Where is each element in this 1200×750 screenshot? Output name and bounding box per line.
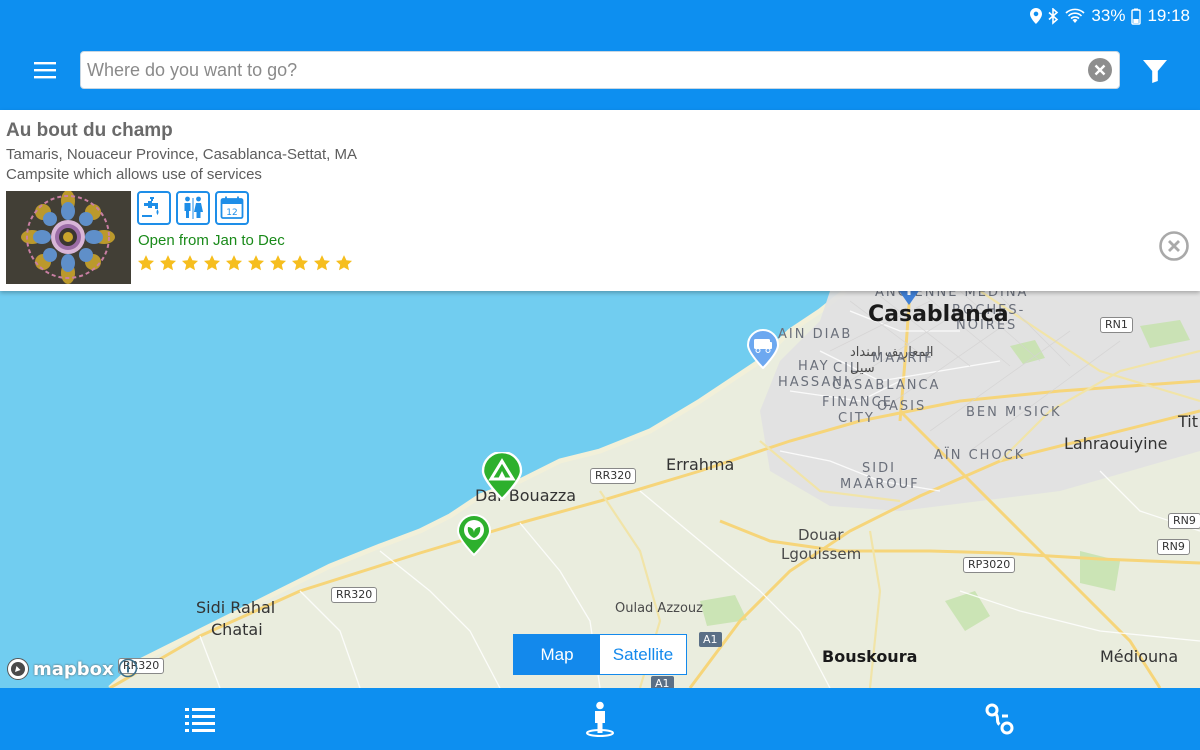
star-icon — [269, 255, 287, 271]
attribution-info-button[interactable] — [118, 658, 138, 678]
star-icon — [159, 255, 177, 271]
map-label-maarif: MAARIF — [872, 351, 934, 366]
battery-percent: 33% — [1091, 6, 1126, 25]
place-name: Au bout du champ — [6, 120, 173, 141]
map-label-oasis: OASIS — [877, 399, 927, 414]
map-marker-farm[interactable] — [456, 514, 492, 561]
road-shield-rn9: RN9 — [1157, 539, 1190, 555]
hamburger-icon — [34, 62, 56, 79]
star-icon — [203, 255, 221, 271]
mapbox-logo-icon — [7, 658, 29, 680]
mapbox-wordmark: mapbox — [33, 658, 114, 680]
leaf-pin-icon — [456, 514, 492, 557]
place-photo[interactable] — [6, 191, 131, 284]
road-shield-rn1: RN1 — [1100, 317, 1133, 333]
road-shield-a1: A1 — [651, 676, 674, 688]
my-location-button[interactable] — [580, 700, 620, 738]
star-icon — [137, 255, 155, 271]
clock: 19:18 — [1147, 6, 1190, 25]
map-label-city: CITY — [838, 411, 875, 426]
calendar-number: 12 — [226, 208, 237, 218]
map-marker-campsite-selected[interactable] — [481, 450, 523, 505]
route-icon — [985, 703, 1014, 735]
map-label-lgouissem: Lgouissem — [781, 545, 862, 563]
map-marker-campervan[interactable] — [746, 329, 780, 374]
clear-search-button[interactable] — [1088, 58, 1112, 82]
map-label-bouskoura: Bouskoura — [822, 647, 918, 666]
map-label-sidi-rahal: Sidi Rahal — [196, 598, 276, 617]
map-label-casablanca-finance: CASABLANCA — [832, 378, 941, 393]
star-icon — [313, 255, 331, 271]
info-pin-icon — [899, 291, 919, 305]
route-button[interactable] — [980, 700, 1020, 738]
map-label-mediouna: Médiouna — [1100, 647, 1179, 666]
search-input[interactable] — [81, 59, 1071, 81]
star-icon — [291, 255, 309, 271]
search-bar — [80, 51, 1120, 89]
wifi-icon — [1065, 8, 1085, 23]
map-label-casablanca: Casablanca — [868, 302, 1009, 327]
star-icon — [247, 255, 265, 271]
map-view[interactable]: ANCIENNE MEDINA ROCHES- NOIRES Casablanc… — [0, 291, 1200, 688]
close-icon — [1094, 64, 1106, 76]
service-toilets — [176, 191, 210, 225]
map-canvas — [0, 291, 1200, 688]
map-label-lahraouiyine: Lahraouiyine — [1064, 434, 1168, 453]
map-label-maarouf: MAÂROUF — [840, 477, 920, 492]
place-card[interactable]: Au bout du champ Tamaris, Nouaceur Provi… — [0, 110, 1200, 291]
status-bar: 33% 19:18 — [1030, 4, 1190, 28]
list-view-button[interactable] — [180, 700, 220, 738]
place-type: Campsite which allows use of services — [6, 166, 262, 183]
place-address: Tamaris, Nouaceur Province, Casablanca-S… — [6, 146, 357, 163]
star-icon — [225, 255, 243, 271]
filter-icon — [1143, 60, 1167, 83]
map-marker-info[interactable] — [893, 291, 925, 314]
water-tap-icon — [142, 197, 159, 217]
close-card-button[interactable] — [1159, 231, 1189, 261]
map-label-ain-chock: AÏN CHOCK — [934, 448, 1026, 463]
star-icon — [335, 255, 353, 271]
close-circle-icon — [1159, 231, 1189, 261]
tent-pin-icon — [481, 450, 523, 501]
map-label-ben-msick: BEN M'SICK — [966, 405, 1062, 420]
map-label-oulad-azzouz: Oulad Azzouz — [615, 601, 703, 616]
person-location-icon — [586, 701, 614, 737]
road-shield-a1: A1 — [699, 632, 722, 647]
road-shield-rr320: RR320 — [590, 468, 637, 484]
mapbox-logo: mapbox — [6, 657, 114, 681]
calendar-icon: 12 — [220, 196, 244, 219]
map-label-chatai: Chatai — [211, 620, 263, 639]
map-type-toggle: Map Satellite — [513, 634, 687, 675]
map-label-hay: HAY — [798, 359, 830, 374]
info-icon — [118, 658, 138, 678]
battery-icon — [1131, 8, 1142, 25]
app-bar: 33% 19:18 — [0, 0, 1200, 110]
map-label-arabic-2: سيل — [850, 361, 875, 376]
bluetooth-icon — [1048, 7, 1059, 25]
road-shield-rn9: RN9 — [1168, 513, 1200, 529]
map-label-douar: Douar — [798, 526, 844, 544]
service-calendar: 12 — [215, 191, 249, 225]
map-label-errahma: Errahma — [666, 455, 735, 474]
rating-stars — [137, 254, 353, 272]
campervan-pin-icon — [746, 329, 780, 370]
map-label-tit: Tit — [1178, 412, 1198, 431]
road-shield-rr320: RR320 — [331, 587, 378, 603]
service-water — [137, 191, 171, 225]
filter-button[interactable] — [1141, 58, 1169, 84]
toilets-icon — [184, 196, 203, 219]
location-icon — [1030, 8, 1043, 24]
road-shield-rp3020: RP3020 — [963, 557, 1016, 573]
mandala-image — [6, 191, 131, 284]
satellite-toggle-button[interactable]: Satellite — [600, 635, 686, 674]
map-label-sidi: SIDI — [862, 461, 896, 476]
opening-period: Open from Jan to Dec — [138, 232, 285, 249]
list-icon — [185, 708, 215, 732]
menu-button[interactable] — [30, 56, 60, 86]
map-toggle-button[interactable]: Map — [514, 635, 600, 674]
bottom-navigation — [0, 688, 1200, 750]
star-icon — [181, 255, 199, 271]
map-label-ain-diab: AIN DIAB — [778, 327, 853, 342]
